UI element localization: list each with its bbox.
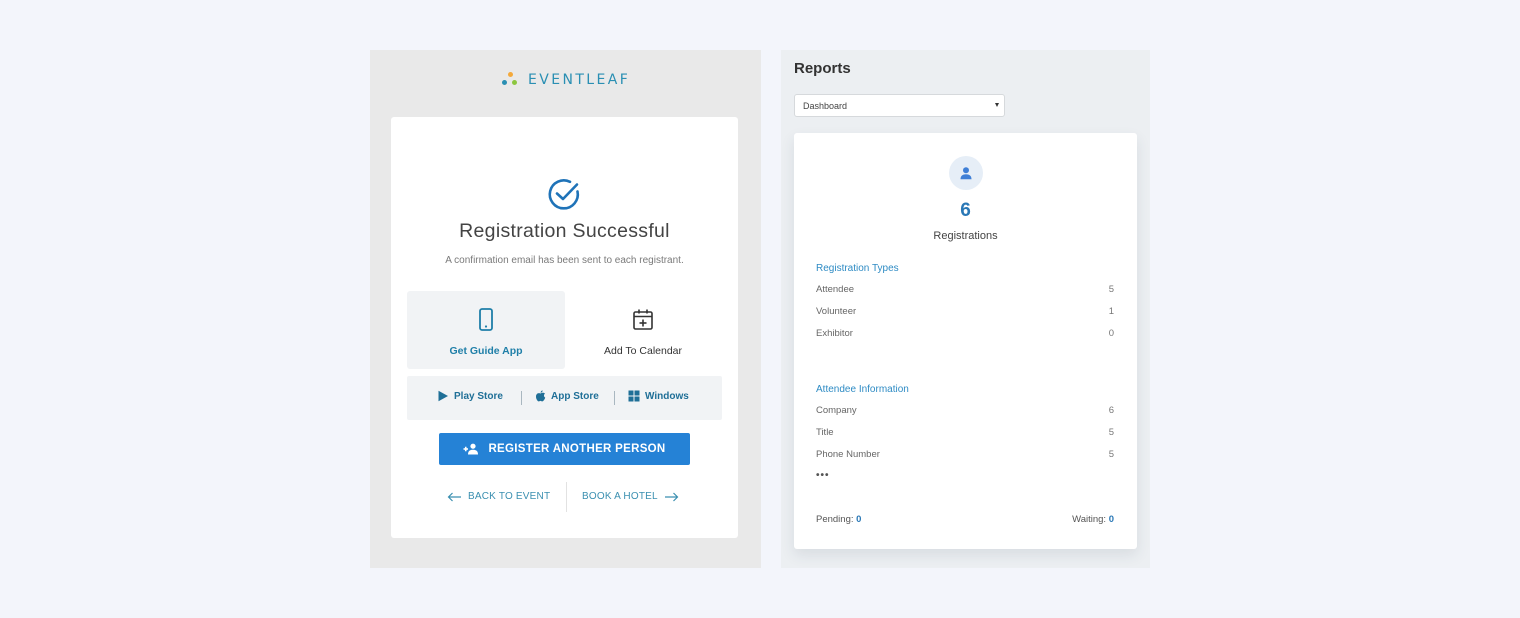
report-card <box>794 133 1137 549</box>
get-guide-app-label: Get Guide App <box>449 345 523 357</box>
pending-count: Pending: 0 <box>816 514 861 525</box>
row-label: Exhibitor <box>816 328 853 339</box>
row-value: 6 <box>1108 405 1114 416</box>
play-store-icon <box>438 390 448 402</box>
windows-icon <box>628 390 640 402</box>
arrow-left-icon <box>447 492 461 501</box>
report-type-select[interactable]: Dashboard <box>794 94 1005 117</box>
registrations-label: Registrations <box>933 230 998 242</box>
attendee-information-heading: Attendee Information <box>816 384 909 395</box>
row-value: 5 <box>1108 427 1114 438</box>
add-to-calendar-label: Add To Calendar <box>603 345 683 357</box>
waiting-value: 0 <box>1108 514 1114 525</box>
list-item: Company 6 <box>816 405 1114 416</box>
windows-link[interactable]: Windows <box>628 390 689 402</box>
logo-text: EVENTLEAF <box>528 72 631 88</box>
report-type-value: Dashboard <box>803 101 848 111</box>
app-store-bar: Play Store App Store Windows <box>407 376 722 420</box>
eventleaf-logo: EVENTLEAF <box>502 72 630 88</box>
pending-label: Pending: <box>816 514 854 525</box>
logo-mark-icon <box>502 72 518 88</box>
row-label: Volunteer <box>816 306 857 317</box>
add-to-calendar-option[interactable]: Add To Calendar <box>564 291 722 369</box>
list-item: Phone Number 5 <box>816 449 1114 460</box>
registrations-count: 6 <box>960 200 971 221</box>
back-to-event-link[interactable]: BACK TO EVENT <box>447 491 550 502</box>
reports-title: Reports <box>794 60 851 77</box>
waiting-label: Waiting: <box>1072 514 1107 525</box>
store-divider <box>521 391 522 405</box>
arrow-right-icon <box>664 492 679 501</box>
smartphone-icon <box>479 308 493 331</box>
windows-label: Windows <box>645 390 689 402</box>
list-item: Exhibitor 0 <box>816 328 1114 339</box>
play-store-link[interactable]: Play Store <box>437 390 503 402</box>
apple-icon <box>536 390 546 402</box>
row-value: 5 <box>1108 449 1114 460</box>
calendar-add-icon <box>633 309 653 330</box>
registration-types-heading: Registration Types <box>816 263 899 274</box>
links-divider <box>566 482 567 512</box>
caret-down-icon <box>995 103 999 107</box>
book-a-hotel-link[interactable]: BOOK A HOTEL <box>582 491 679 502</box>
register-another-person-button[interactable]: REGISTER ANOTHER PERSON <box>439 433 690 465</box>
more-items-indicator: ••• <box>816 470 830 481</box>
store-divider <box>614 391 615 405</box>
add-user-icon <box>463 443 479 455</box>
pending-value: 0 <box>856 514 862 525</box>
waiting-count: Waiting: 0 <box>1072 514 1114 525</box>
row-label: Title <box>816 427 834 438</box>
registration-title: Registration Successful <box>459 220 670 242</box>
bottom-links: BACK TO EVENT BOOK A HOTEL <box>439 482 690 512</box>
play-store-label: Play Store <box>454 390 503 402</box>
row-value: 5 <box>1108 284 1114 295</box>
row-value: 1 <box>1108 306 1114 317</box>
app-store-label: App Store <box>551 390 599 402</box>
list-item: Volunteer 1 <box>816 306 1114 317</box>
check-circle-icon <box>548 179 580 210</box>
back-to-event-label: BACK TO EVENT <box>468 491 551 502</box>
row-label: Attendee <box>816 284 855 295</box>
registration-subtitle: A confirmation email has been sent to ea… <box>445 255 684 266</box>
app-store-link[interactable]: App Store <box>535 390 599 402</box>
row-label: Phone Number <box>816 449 880 460</box>
register-another-person-label: REGISTER ANOTHER PERSON <box>488 443 666 455</box>
list-item: Title 5 <box>816 427 1114 438</box>
list-item: Attendee 5 <box>816 284 1114 295</box>
user-icon <box>949 156 983 190</box>
row-label: Company <box>816 405 857 416</box>
get-guide-app-option[interactable]: Get Guide App <box>407 291 565 369</box>
row-value: 0 <box>1108 328 1114 339</box>
book-a-hotel-label: BOOK A HOTEL <box>582 491 658 502</box>
